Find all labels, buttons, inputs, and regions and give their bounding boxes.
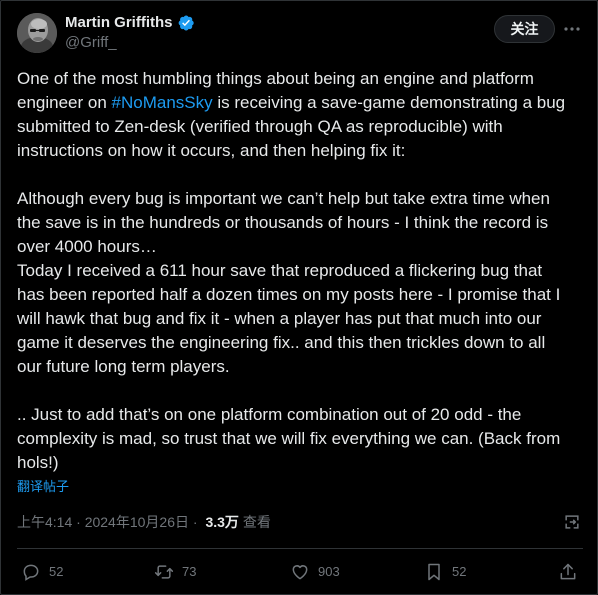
repost-button[interactable]: 73 xyxy=(154,562,196,582)
post-analytics-icon[interactable] xyxy=(562,512,582,532)
translate-post-link[interactable]: 翻译帖子 xyxy=(17,478,69,496)
meta-separator: · xyxy=(72,514,85,530)
author-handle[interactable]: @Griff_ xyxy=(65,34,117,52)
author-name-row[interactable]: Martin Griffiths xyxy=(65,14,195,32)
tweet-text: One of the most humbling things about be… xyxy=(17,67,585,475)
views-label: 查看 xyxy=(242,514,271,530)
hashtag-link[interactable]: #NoMansSky xyxy=(112,93,213,112)
action-divider xyxy=(17,548,583,549)
avatar[interactable] xyxy=(17,13,57,53)
meta-separator-2: · xyxy=(189,514,202,530)
author-display-name[interactable]: Martin Griffiths xyxy=(65,14,173,32)
repost-count: 73 xyxy=(182,564,197,579)
views-count: 3.3万 xyxy=(205,514,239,530)
tweet-card: Martin Griffiths @Griff_ 关注 One of the m… xyxy=(0,0,598,595)
follow-button[interactable]: 关注 xyxy=(494,15,555,43)
share-icon xyxy=(560,563,576,580)
bookmark-icon xyxy=(428,563,440,581)
reply-count: 52 xyxy=(49,564,64,579)
reply-icon xyxy=(23,564,39,581)
heart-icon xyxy=(292,565,308,580)
repost-icon xyxy=(154,565,174,579)
reply-button[interactable]: 52 xyxy=(21,562,63,582)
tweet-meta: 上午4:14 · 2024年10月26日 · 3.3万 查看 xyxy=(17,512,271,532)
avatar-image xyxy=(17,13,57,53)
tweet-time[interactable]: 上午4:14 xyxy=(17,512,72,532)
tweet-text-part-2: is receiving a save-game demonstrating a… xyxy=(17,93,566,472)
more-icon xyxy=(564,27,580,31)
more-options-button[interactable] xyxy=(559,17,585,41)
bookmark-count: 52 xyxy=(452,564,467,579)
bookmark-button[interactable]: 52 xyxy=(424,562,466,582)
tweet-date[interactable]: 2024年10月26日 xyxy=(85,512,189,532)
like-button[interactable]: 903 xyxy=(290,562,340,582)
verified-badge-icon xyxy=(177,14,195,32)
like-count: 903 xyxy=(318,564,340,579)
share-button[interactable] xyxy=(558,562,578,582)
